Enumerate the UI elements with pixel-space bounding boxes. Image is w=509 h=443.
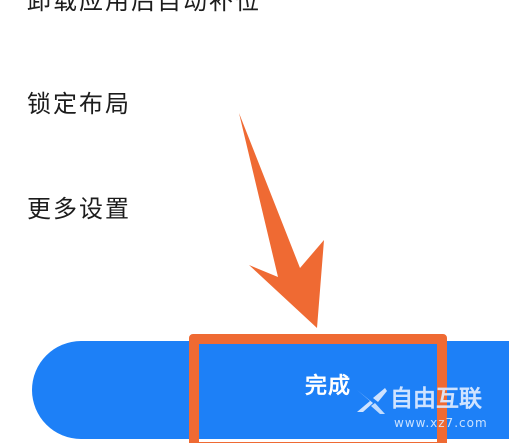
setting-item-more-settings[interactable]: 更多设置 [27, 194, 131, 224]
done-button[interactable] [32, 341, 509, 439]
setting-item-auto-fill[interactable]: 卸载应用后自动补位 [27, 0, 261, 16]
setting-item-label: 卸载应用后自动补位 [27, 0, 261, 15]
setting-item-lock-layout[interactable]: 锁定布局 [27, 89, 131, 119]
settings-screen: 卸载应用后自动补位 锁定布局 更多设置 完成 自由互联 www.xz7.com [0, 0, 509, 443]
setting-item-label: 锁定布局 [27, 90, 131, 118]
done-button-label[interactable]: 完成 [305, 372, 365, 402]
setting-item-label: 更多设置 [27, 195, 131, 223]
arrow-shape [239, 113, 324, 328]
